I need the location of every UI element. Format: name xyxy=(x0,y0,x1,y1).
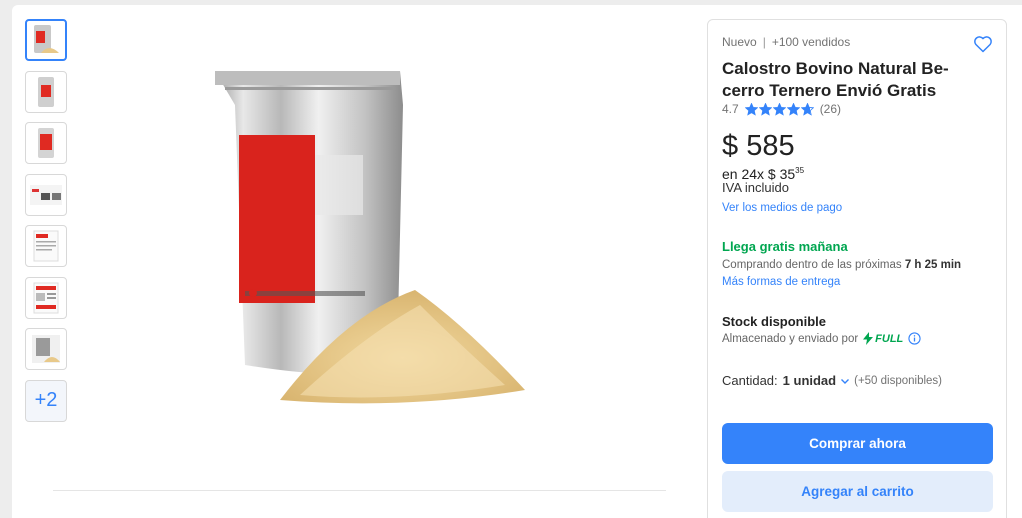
thumbnail-6[interactable] xyxy=(25,276,67,319)
thumbnail-image xyxy=(38,128,54,158)
full-label: FULL xyxy=(875,332,904,345)
tax-note: IVA incluido xyxy=(722,180,789,195)
info-icon[interactable] xyxy=(908,332,921,345)
thumbnail-image xyxy=(32,335,60,363)
installments-cents: 35 xyxy=(795,166,805,175)
thumbnail-5[interactable] xyxy=(25,225,67,267)
product-title: Calostro Bovino Natural Be­cerro Ternero… xyxy=(722,59,949,100)
condition-label: Nuevo xyxy=(722,35,757,49)
product-main-image[interactable] xyxy=(205,65,550,430)
thumbnail-more[interactable]: +2 xyxy=(25,379,67,422)
rating-stars xyxy=(744,102,815,116)
thumbnail-image xyxy=(34,25,59,53)
quantity-label: Cantidad: xyxy=(722,373,778,388)
sold-count: +100 vendidos xyxy=(771,35,851,49)
countdown-prefix: Comprando dentro de las próximas xyxy=(722,259,902,271)
star-icon xyxy=(744,102,758,116)
buy-now-button[interactable]: Comprar ahora xyxy=(722,423,993,464)
delivery-options-link[interactable]: Más formas de entrega xyxy=(722,276,840,288)
price-amount: 585 xyxy=(746,130,795,162)
chevron-down-icon xyxy=(841,378,850,384)
rating-row[interactable]: 4.7 (26) xyxy=(722,102,841,116)
divider xyxy=(53,490,666,491)
thumbnail-1[interactable] xyxy=(25,19,67,61)
add-to-cart-button[interactable]: Agregar al carrito xyxy=(722,471,993,512)
available-stock: (+50 disponibles) xyxy=(854,374,943,387)
thumbnail-image xyxy=(33,282,59,313)
thumbnail-image xyxy=(30,184,62,205)
countdown-time: 7 h 25 min xyxy=(904,259,962,271)
more-images-label: +2 xyxy=(34,389,58,411)
fulfillment-text: Almacenado y enviado por xyxy=(722,332,859,345)
shipping-title: Llega gratis mañana xyxy=(722,239,848,254)
quantity-selector[interactable]: Cantidad: 1 unidad (+50 disponibles) xyxy=(722,373,942,388)
stock-title: Stock disponible xyxy=(722,314,827,329)
thumbnail-7[interactable] xyxy=(25,328,67,370)
thumbnail-image xyxy=(38,76,54,107)
shipping-countdown: Comprando dentro de las próximas 7 h 25 … xyxy=(722,259,961,271)
lightning-icon xyxy=(863,332,874,345)
review-count: (26) xyxy=(819,102,842,116)
payment-methods-link[interactable]: Ver los medios de pago xyxy=(722,202,842,214)
heart-icon[interactable] xyxy=(973,34,993,54)
thumbnail-3[interactable] xyxy=(25,122,67,164)
thumbnail-4[interactable] xyxy=(25,173,67,216)
buy-box: Nuevo | +100 vendidos Calostro Bovino Natu… xyxy=(707,19,1007,518)
stock-fulfillment: Almacenado y enviado por FULL xyxy=(722,332,921,345)
rating-value: 4.7 xyxy=(722,102,739,116)
star-icon xyxy=(772,102,786,116)
star-icon xyxy=(758,102,772,116)
star-icon xyxy=(800,102,814,116)
full-badge: FULL xyxy=(863,332,903,345)
price-currency: $ xyxy=(722,130,739,162)
price: $ 585 xyxy=(722,130,795,163)
thumbnail-image xyxy=(33,230,59,262)
thumbnail-gallery: +2 xyxy=(25,19,69,431)
star-icon xyxy=(786,102,800,116)
quantity-value: 1 unidad xyxy=(782,373,837,388)
product-subtitle: Nuevo | +100 vendidos xyxy=(722,35,851,49)
thumbnail-2[interactable] xyxy=(25,70,67,113)
